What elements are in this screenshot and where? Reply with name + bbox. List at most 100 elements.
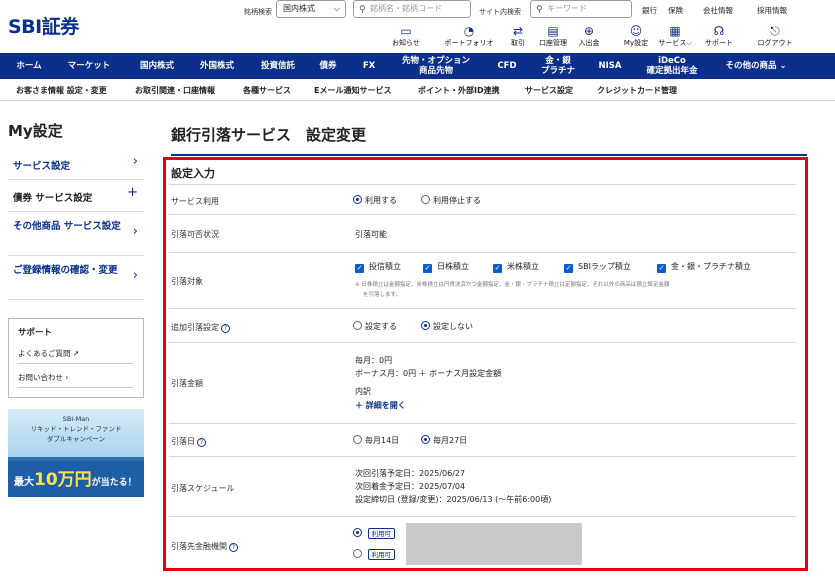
site-search-label: サイト内検索	[479, 8, 521, 16]
help-icon[interactable]: ?	[221, 324, 230, 333]
support-button[interactable]: ☊ サポート	[701, 24, 737, 48]
redacted-bank-info	[406, 523, 582, 565]
help-icon[interactable]: ?	[229, 543, 238, 552]
faq-link[interactable]: よくあるご質問 ↗	[18, 348, 133, 364]
radio-extra-off[interactable]: 設定しない	[421, 321, 473, 332]
nav-cfd[interactable]: CFD	[486, 53, 528, 79]
nav-home[interactable]: ホーム	[4, 53, 54, 79]
check-us-stock[interactable]: ✓ 米株積立	[493, 261, 539, 273]
checkbox-checked: ✓	[657, 264, 666, 273]
subnav-service-settings[interactable]: サービス設定	[525, 85, 573, 96]
insurance-link[interactable]: 保険	[668, 5, 683, 16]
account-label: 口座管理	[539, 39, 567, 47]
subnav-services[interactable]: 各種サービス	[243, 85, 291, 96]
portfolio-button[interactable]: ◔ ポートフォリオ	[444, 24, 494, 48]
nav-foreign-stock[interactable]: 外国株式	[188, 53, 246, 79]
banner-line3: ダブルキャンペーン	[46, 435, 106, 443]
account-icon: ▤	[547, 24, 559, 38]
company-info-link[interactable]: 会社情報	[703, 5, 733, 16]
subnav-customer-info[interactable]: お客さま情報 設定・変更	[16, 85, 107, 96]
radio-stop[interactable]: 利用停止する	[421, 195, 481, 206]
radio-selected	[421, 321, 430, 330]
check-sbi-wrap[interactable]: ✓ SBIラップ積立	[564, 261, 631, 273]
radio-label: 毎月27日	[433, 436, 468, 445]
check-label: 投信積立	[369, 262, 401, 271]
my-settings-button[interactable]: ☺ My設定	[618, 24, 654, 48]
row-target: 引落対象 ✓ 投信積立 ✓ 日株積立 ✓ 米株積立 ✓ SBIラップ積立 ✓ 金・銀・プラ…	[169, 252, 796, 308]
global-nav: ホーム マーケット 国内株式 外国株式 投資信託 債券 FX 先物・オプション …	[0, 53, 835, 79]
check-gold[interactable]: ✓ 金・銀・プラチナ積立	[657, 261, 751, 273]
chevron-down-icon: ⌵	[333, 4, 340, 13]
radio-selected	[421, 435, 430, 444]
radio-label: 設定する	[365, 322, 397, 331]
deposit-button[interactable]: ⊕ 入出金	[571, 24, 607, 48]
banner-amount: 10万円	[34, 470, 92, 490]
logout-label: ログアウト	[757, 39, 793, 47]
amount-monthly: 毎月：0円	[355, 356, 393, 365]
nav-domestic-stock[interactable]: 国内株式	[128, 53, 186, 79]
stock-market-select[interactable]: 国内株式 ⌵	[276, 0, 346, 18]
trade-button[interactable]: ⇄ 取引	[500, 24, 536, 48]
support-title: サポート	[18, 328, 53, 338]
nav-other-products[interactable]: その他の商品 ⌄	[716, 53, 796, 79]
amount-bonus: ボーナス月：0円 ＋ ボーナス月設定金額	[355, 369, 502, 378]
sidebar-item-service-settings[interactable]: サービス設定 ›	[8, 148, 144, 180]
schedule-deadline: 設定締切日 (登録/変更)：2025/06/13 (〜午前6:00頃)	[355, 495, 552, 504]
check-jp-stock[interactable]: ✓ 日株積立	[423, 261, 469, 273]
subnav-points[interactable]: ポイント・外部ID連携	[418, 85, 500, 96]
subnav-email[interactable]: Eメール通知サービス	[314, 85, 391, 96]
row-status: 引落可否状況 引落可能	[169, 214, 796, 252]
notice-label: お知らせ	[392, 39, 420, 47]
sidebar-item-bond-settings[interactable]: 債券 サービス設定 +	[8, 180, 144, 212]
row-schedule: 引落スケジュール 次回引落予定日：2025/06/27 次回着金予定日：2025…	[169, 456, 796, 516]
contact-link[interactable]: お問い合わせ ›	[18, 372, 133, 388]
radio-date-14[interactable]: 毎月14日	[353, 435, 399, 446]
chevron-right-icon: ›	[132, 224, 138, 239]
logout-icon: ⎋	[770, 24, 780, 38]
campaign-banner[interactable]: SBI-Man リキッド・トレンド・ファンド ダブルキャンペーン 最大10万円が…	[8, 409, 144, 497]
bank-link[interactable]: 銀行	[642, 5, 657, 16]
nav-mutual-fund[interactable]: 投資信託	[250, 53, 306, 79]
sidebar-item-registration[interactable]: ご登録情報の確認・変更 ›	[8, 256, 144, 300]
subnav-credit-card[interactable]: クレジットカード管理	[597, 85, 677, 96]
radio-date-27[interactable]: 毎月27日	[421, 435, 467, 446]
radio-bank-1[interactable]: 利用可	[353, 528, 396, 539]
logout-button[interactable]: ⎋ ログアウト	[752, 24, 798, 48]
search-icon: ⚲	[359, 5, 366, 15]
radio-unselected	[421, 195, 430, 204]
sbi-logo[interactable]: SBI証券	[8, 12, 79, 39]
services-button[interactable]: ▦ サービス⌵	[654, 24, 696, 48]
radio-label: 設定しない	[433, 322, 473, 331]
nav-nisa[interactable]: NISA	[590, 53, 630, 79]
sidebar-item-label: ご登録情報の確認・変更	[13, 265, 118, 276]
radio-bank-2[interactable]: 利用可	[353, 549, 396, 560]
account-button[interactable]: ▤ 口座管理	[535, 24, 571, 48]
radio-unselected	[353, 321, 362, 330]
notice-button[interactable]: ▭ お知らせ	[388, 24, 424, 48]
radio-extra-on[interactable]: 設定する	[353, 321, 397, 332]
radio-use[interactable]: 利用する	[353, 195, 397, 206]
sidebar-item-other-settings[interactable]: その他商品 サービス設定 ›	[8, 212, 144, 256]
row-label: 引落可否状況	[171, 230, 219, 239]
subnav-transactions[interactable]: お取引関連・口座情報	[135, 85, 215, 96]
site-search-input[interactable]: ⚲ キーワード	[530, 0, 632, 18]
pie-chart-icon: ◔	[463, 24, 475, 38]
nav-gold[interactable]: 金・銀 プラチナ	[530, 53, 586, 79]
plus-icon: +	[127, 185, 138, 200]
deposit-label: 入出金	[578, 39, 600, 47]
check-label: 日株積立	[437, 262, 469, 271]
row-label: 引落金額	[171, 379, 203, 388]
banner-max: 最大	[14, 477, 34, 488]
nav-ideco[interactable]: iDeCo 確定拠出年金	[636, 53, 708, 79]
nav-market[interactable]: マーケット	[58, 53, 120, 79]
help-icon[interactable]: ?	[197, 438, 206, 447]
nav-bond[interactable]: 債券	[310, 53, 346, 79]
services-icon: ▦	[669, 24, 681, 38]
check-fund[interactable]: ✓ 投信積立	[355, 261, 401, 273]
portfolio-label: ポートフォリオ	[444, 39, 494, 47]
recruit-link[interactable]: 採用情報	[757, 5, 787, 16]
nav-fx[interactable]: FX	[352, 53, 386, 79]
expand-details-link[interactable]: ＋ 詳細を開く	[355, 400, 406, 411]
nav-futures[interactable]: 先物・オプション 商品先物	[394, 53, 478, 79]
stock-search-input[interactable]: ⚲ 銘柄名・銘柄コード	[353, 0, 471, 18]
